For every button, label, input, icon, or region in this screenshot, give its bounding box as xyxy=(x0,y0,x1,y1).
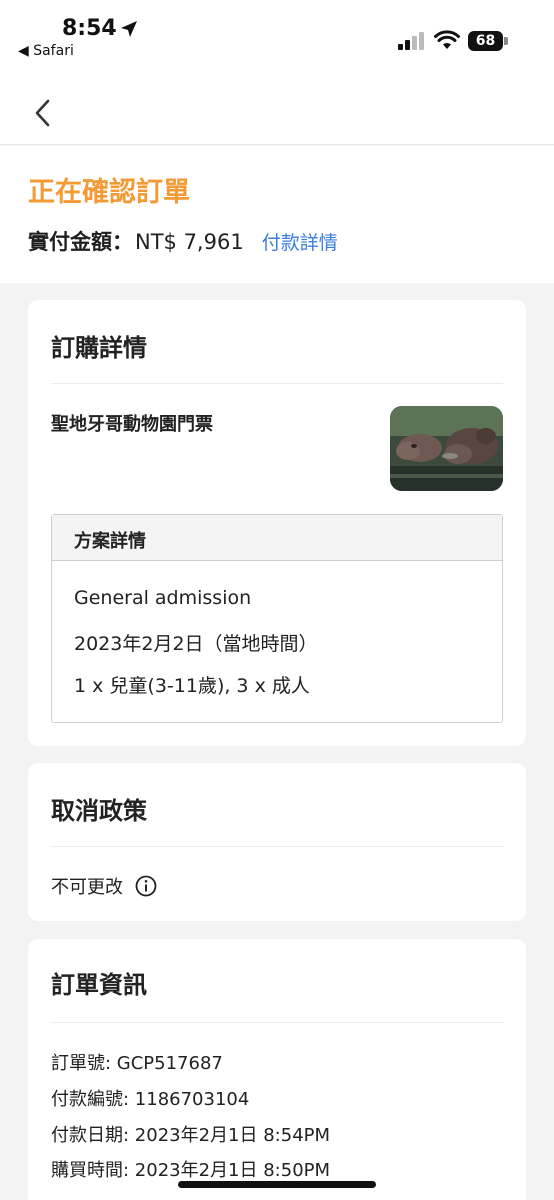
purchase-time: 購買時間: 2023年2月1日 8:50PM xyxy=(51,1160,331,1181)
plan-name: General admission xyxy=(74,587,252,609)
order-number: 訂單號: GCP517687 xyxy=(51,1053,223,1074)
plan-date: 2023年2月2日（當地時間） xyxy=(74,633,318,655)
plan-quantity: 1 x 兒童(3-11歲), 3 x 成人 xyxy=(74,675,310,697)
product-name[interactable]: 聖地牙哥動物園門票 xyxy=(51,410,213,436)
plan-details-header: 方案詳情 xyxy=(52,515,502,561)
location-arrow-icon xyxy=(121,21,137,37)
amount-value: NT$ 7,961 xyxy=(135,230,244,254)
battery-cap xyxy=(504,37,508,45)
status-bar: 8:54 ◀ Safari 68 xyxy=(0,0,554,70)
order-status-title: 正在確認訂單 xyxy=(28,177,190,208)
order-info-card: 訂單資訊 訂單號: GCP517687 付款編號: 1186703104 付款日… xyxy=(28,939,526,1200)
amount-row: 實付金額： NT$ 7,961 付款詳情 xyxy=(28,226,338,256)
plan-details-box: 方案詳情 General admission 2023年2月2日（當地時間） 1… xyxy=(51,514,503,723)
policy-text: 不可更改 xyxy=(51,877,123,898)
order-info-title: 訂單資訊 xyxy=(51,971,147,999)
back-chevron-icon[interactable] xyxy=(30,98,54,128)
plan-details-label: 方案詳情 xyxy=(74,531,146,552)
battery-level: 68 xyxy=(468,31,503,51)
order-confirmation-page: 8:54 ◀ Safari 68 正在確認訂單 實付金額： NT$ 7,961 … xyxy=(0,0,554,1200)
divider xyxy=(51,1022,503,1023)
home-indicator[interactable] xyxy=(178,1181,376,1188)
policy-row: 不可更改 xyxy=(51,873,157,899)
cancellation-policy-card: 取消政策 不可更改 xyxy=(28,763,526,921)
wifi-icon xyxy=(434,30,460,49)
booking-details-card: 訂購詳情 聖地牙哥動物園門票 方案詳情 General admission 20… xyxy=(28,300,526,746)
amount-label: 實付金額： xyxy=(28,230,133,254)
navigation-bar xyxy=(0,70,554,145)
divider xyxy=(51,846,503,847)
payment-date: 付款日期: 2023年2月1日 8:54PM xyxy=(51,1125,331,1146)
signal-icon xyxy=(398,32,424,50)
divider xyxy=(51,383,503,384)
battery-icon: 68 xyxy=(468,31,508,51)
info-icon[interactable] xyxy=(135,875,157,897)
booking-details-title: 訂購詳情 xyxy=(51,334,147,362)
status-time: 8:54 xyxy=(62,16,117,41)
payment-details-link[interactable]: 付款詳情 xyxy=(262,228,338,255)
back-to-safari-link[interactable]: ◀ Safari xyxy=(18,43,74,59)
order-status-header: 正在確認訂單 實付金額： NT$ 7,961 付款詳情 xyxy=(0,146,554,283)
cancellation-policy-title: 取消政策 xyxy=(51,797,147,825)
payment-number: 付款編號: 1186703104 xyxy=(51,1089,250,1110)
product-thumbnail[interactable] xyxy=(390,406,503,491)
